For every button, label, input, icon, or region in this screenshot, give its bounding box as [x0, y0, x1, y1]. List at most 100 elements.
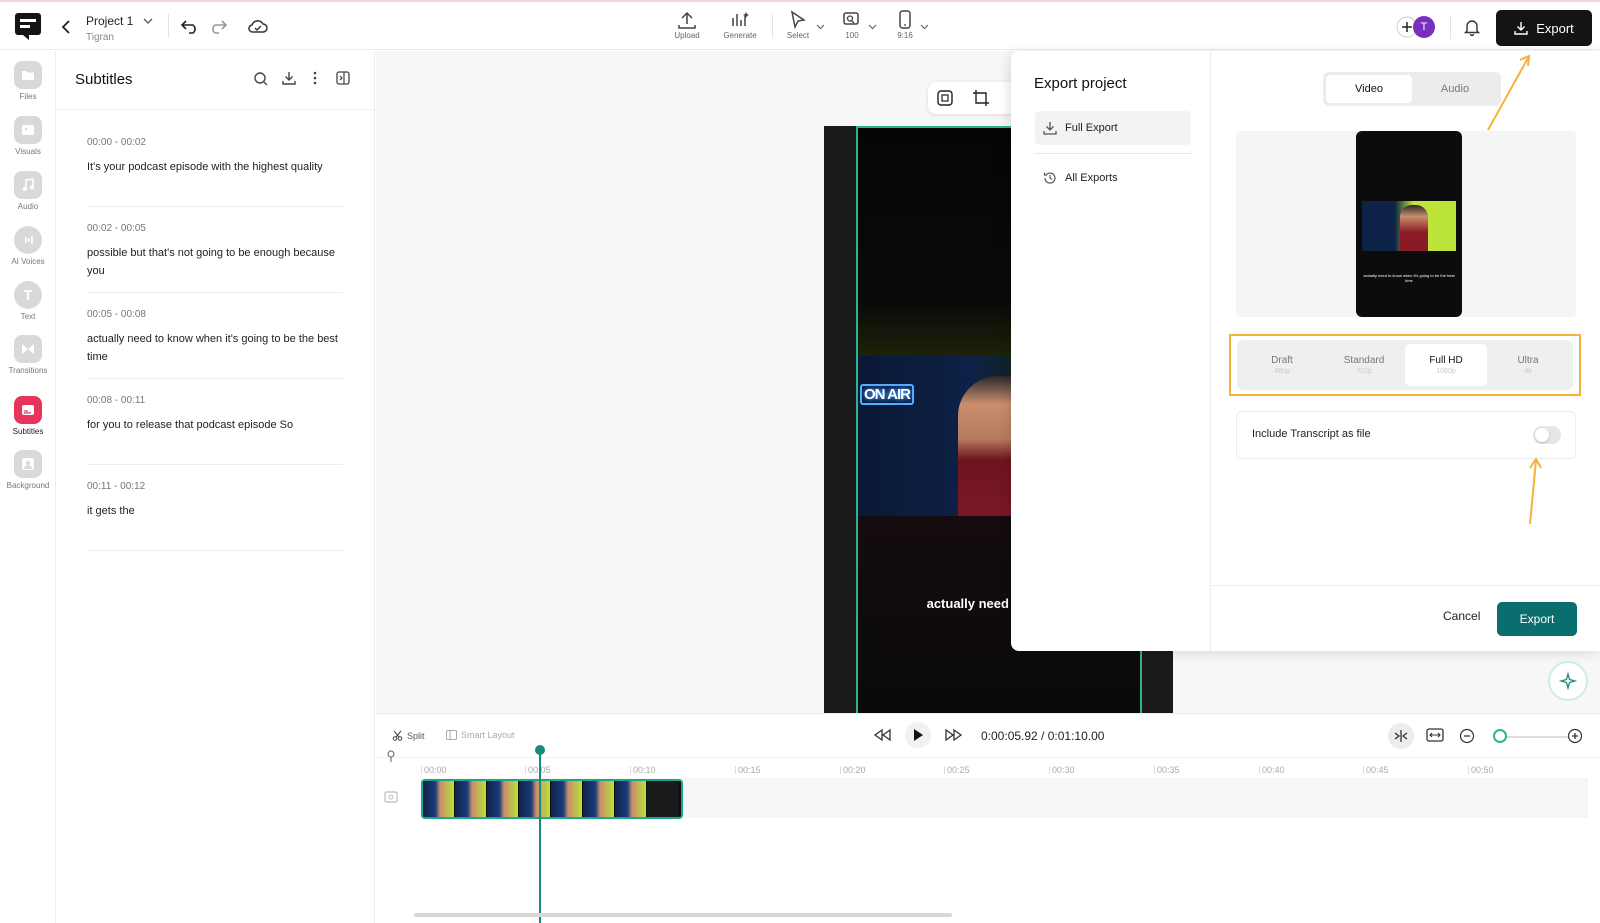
undo-button[interactable] — [178, 14, 202, 38]
nav-full-export[interactable]: Full Export — [1035, 111, 1191, 145]
zoom-icon — [843, 12, 859, 25]
playhead[interactable] — [539, 751, 541, 923]
subtitle-text[interactable]: possible but that's not going to be enou… — [87, 244, 343, 280]
tab-video[interactable]: Video — [1326, 75, 1412, 103]
subtitle-text[interactable]: It's your podcast episode with the highe… — [87, 158, 343, 176]
smart-layout-label: Smart Layout — [461, 730, 515, 740]
clip-thumbnail — [487, 781, 519, 817]
cloud-save-button[interactable] — [246, 14, 270, 38]
layout-icon — [446, 730, 457, 740]
subtitle-time: 00:08 - 00:11 — [87, 395, 146, 406]
cursor-icon — [790, 10, 806, 30]
avatar[interactable]: T — [1413, 16, 1435, 38]
cancel-button[interactable]: Cancel — [1443, 609, 1480, 623]
split-button[interactable]: Split — [392, 730, 425, 741]
quality-draft[interactable]: Draft 480p — [1241, 344, 1323, 386]
crop-icon[interactable] — [972, 89, 990, 107]
collaborators[interactable]: T — [1396, 16, 1436, 38]
app-logo-icon[interactable] — [13, 11, 43, 41]
chevron-down-icon[interactable] — [816, 22, 825, 31]
rail-item-ai-voices[interactable]: AI Voices — [0, 226, 56, 274]
zoom-slider-handle[interactable] — [1493, 729, 1507, 743]
transcript-label: Include Transcript as file — [1252, 428, 1371, 440]
quality-standard[interactable]: Standard 720p — [1323, 344, 1405, 386]
subtitle-text[interactable]: it gets the — [87, 502, 343, 520]
transcript-toggle[interactable] — [1533, 426, 1561, 444]
subtitle-text[interactable]: actually need to know when it's going to… — [87, 330, 343, 366]
fit-screen-icon[interactable] — [936, 89, 954, 107]
rail-item-subtitles[interactable]: Subtitles — [0, 396, 56, 444]
on-air-sign: ON AIR — [860, 384, 914, 405]
upload-icon — [678, 11, 696, 29]
nav-all-exports[interactable]: All Exports — [1035, 161, 1191, 195]
zoom-slider-track[interactable] — [1498, 736, 1568, 738]
subtitle-entry[interactable]: 00:11 - 00:12 it gets the — [87, 481, 343, 551]
rewind-icon[interactable] — [872, 728, 892, 742]
download-icon[interactable] — [281, 70, 297, 86]
zoom-in-icon[interactable] — [1567, 728, 1583, 744]
subtitle-entry[interactable]: 00:00 - 00:02 It's your podcast episode … — [87, 137, 343, 207]
files-icon — [14, 61, 42, 89]
quality-selector: Draft 480p Standard 720p Full HD 1080p U… — [1237, 340, 1573, 390]
panel-title: Subtitles — [75, 71, 133, 88]
snap-button[interactable] — [1388, 723, 1414, 749]
ruler-tick: 00:30 — [1049, 765, 1075, 775]
video-clip[interactable] — [421, 779, 683, 819]
rail-item-transitions[interactable]: Transitions — [0, 335, 56, 383]
visuals-icon — [14, 116, 42, 144]
collapse-panel-icon[interactable] — [335, 70, 351, 86]
pin-icon[interactable] — [384, 749, 398, 763]
zoom-out-icon[interactable] — [1459, 728, 1475, 744]
subtitle-entry[interactable]: 00:02 - 00:05 possible but that's not go… — [87, 223, 343, 293]
ruler-tick: 00:20 — [840, 765, 866, 775]
clip-thumbnail — [455, 781, 487, 817]
export-button[interactable]: Export — [1497, 602, 1577, 636]
ruler-tick: 00:00 — [421, 765, 447, 775]
rail-item-visuals[interactable]: Visuals — [0, 116, 56, 164]
clip-thumbnail — [647, 781, 679, 817]
ai-assistant-button[interactable] — [1548, 661, 1588, 701]
quality-name: Standard — [1343, 355, 1385, 366]
export-label: Export — [1536, 20, 1574, 36]
rail-item-files[interactable]: Files — [0, 61, 56, 109]
fit-timeline-icon[interactable] — [1426, 727, 1444, 743]
smart-layout-button[interactable]: Smart Layout — [446, 730, 515, 740]
download-icon — [1514, 22, 1528, 35]
text-icon — [14, 281, 42, 309]
subtitle-entry[interactable]: 00:08 - 00:11 for you to release that po… — [87, 395, 343, 465]
more-vertical-icon[interactable] — [307, 70, 323, 86]
timeline-scrollbar[interactable] — [414, 913, 952, 917]
export-preview: actually need to know when it's going to… — [1236, 131, 1576, 317]
rail-item-text[interactable]: Text — [0, 281, 56, 329]
rail-item-background[interactable]: Background — [0, 450, 56, 498]
quality-full-hd[interactable]: Full HD 1080p — [1405, 344, 1487, 386]
export-button-top[interactable]: Export — [1496, 10, 1592, 46]
redo-icon — [212, 20, 228, 34]
quality-ultra[interactable]: Ultra 4k — [1487, 344, 1569, 386]
fast-forward-icon[interactable] — [944, 728, 964, 742]
back-arrow-icon[interactable] — [58, 18, 74, 36]
rail-item-audio[interactable]: Audio — [0, 171, 56, 219]
play-button[interactable] — [905, 722, 931, 748]
quality-res: 4k — [1524, 368, 1532, 375]
chevron-down-icon[interactable] — [920, 22, 929, 31]
tool-generate[interactable]: Generate — [715, 10, 765, 46]
chevron-down-icon[interactable] — [142, 15, 154, 27]
search-icon[interactable] — [253, 71, 269, 87]
rail-label: Text — [20, 312, 36, 321]
subtitle-text[interactable]: for you to release that podcast episode … — [87, 416, 343, 434]
subtitle-entry[interactable]: 00:05 - 00:08 actually need to know when… — [87, 309, 343, 379]
ruler-tick: 00:50 — [1468, 765, 1494, 775]
ruler-tick: 00:35 — [1154, 765, 1180, 775]
subtitle-time: 00:02 - 00:05 — [87, 223, 146, 234]
tool-upload[interactable]: Upload — [662, 10, 712, 46]
music-note-icon — [14, 171, 42, 199]
bell-icon[interactable] — [1462, 17, 1482, 37]
chevron-down-icon[interactable] — [868, 22, 877, 31]
redo-button[interactable] — [206, 14, 230, 38]
project-title[interactable]: Project 1 — [86, 14, 133, 28]
subtitles-panel: Subtitles 00:00 - 00:02 It's your podcas… — [57, 51, 375, 923]
timeline-toolbar: Split Smart Layout 0:00:05.92 / 0:01:10.… — [376, 714, 1600, 758]
split-label: Split — [407, 730, 425, 741]
annotation-arrow-icon — [1529, 457, 1542, 525]
